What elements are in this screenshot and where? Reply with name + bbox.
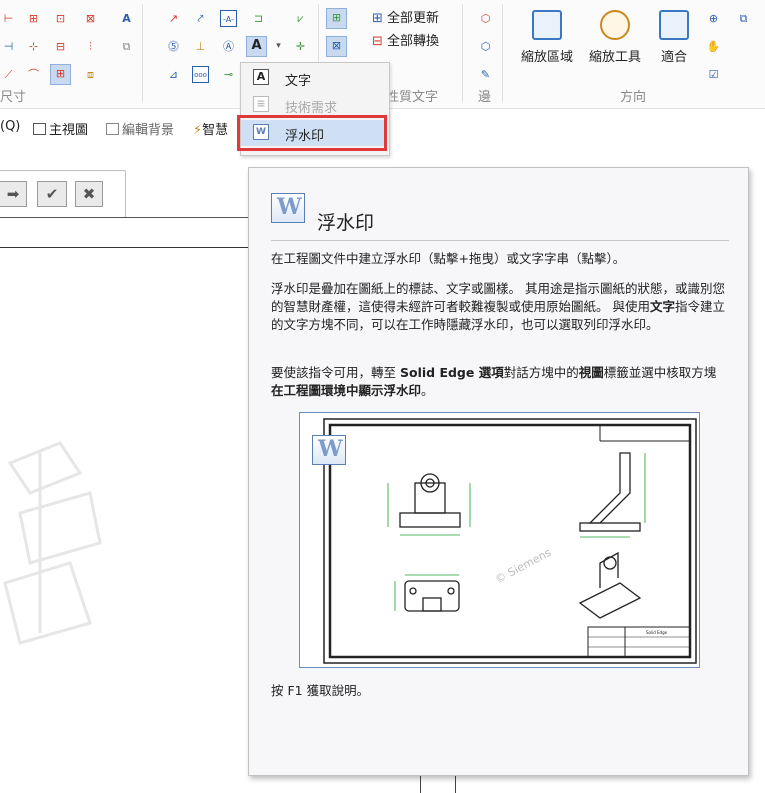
dimension-attach-icon[interactable]: ⧈ (82, 66, 99, 83)
dimension-linear-icon[interactable]: ⊢ (0, 10, 17, 27)
text-dropdown-menu: A 文字 ≡ 技術需求 W 浮水印 (237, 62, 390, 156)
menu-item-edit-background[interactable]: 編輯背景 (106, 119, 174, 138)
window-icon[interactable]: ⧉ (735, 10, 752, 27)
zoom-in-icon[interactable]: ⊕ (705, 10, 722, 27)
sheet-line (420, 775, 421, 793)
group-separator (462, 4, 463, 102)
tooltip-help-text: 按 F1 獲取說明。 (271, 683, 370, 698)
sheet-line (455, 775, 456, 793)
dropdown-item-text[interactable]: A 文字 (241, 65, 387, 91)
sheet-border-line (0, 247, 250, 248)
dimension-chamfer-icon[interactable]: ⊠ (82, 10, 99, 27)
cube-outline-icon[interactable]: ⬡ (477, 38, 494, 55)
edge-condition-icon[interactable]: ⊿ (165, 66, 182, 83)
menu-item-smart[interactable]: ⚡智慧 (193, 119, 228, 138)
dimension-between-icon[interactable]: ⊣ (0, 38, 17, 55)
balloon-icon[interactable]: ⓹ (165, 38, 182, 55)
datum-frame-icon[interactable]: Ⓐ (220, 38, 237, 55)
group-label-edge: 邊 (478, 90, 492, 105)
group-separator (142, 4, 143, 102)
chevron-down-icon[interactable]: ▾ (270, 38, 287, 55)
close-icon[interactable]: ✖ (75, 181, 103, 207)
sheet-watermark-graphic (3, 441, 102, 645)
main-view-icon (33, 123, 46, 135)
zoom-area-icon (532, 10, 562, 40)
zoom-tool-button[interactable]: 縮放工具 (584, 10, 646, 65)
watermark-W-icon: W (271, 193, 305, 223)
arrow-right-icon[interactable]: ➡ (0, 181, 27, 207)
dimension-angle-icon[interactable]: ⊞ (25, 10, 42, 27)
convert-all-button[interactable]: ⊟ 全部轉換 (372, 30, 439, 49)
technical-requirements-icon: ≡ (253, 96, 269, 112)
property-text-icon[interactable]: ⊞ (326, 8, 347, 29)
dimension-symmetric-icon[interactable]: ⊹ (25, 38, 42, 55)
drawing-sheet-illustration: © Siemens Solid Edge (323, 418, 697, 664)
group-separator (502, 4, 503, 102)
zoom-area-button[interactable]: 縮放區域 (516, 10, 578, 65)
update-icon: ⊞ (372, 11, 383, 26)
dimension-stacked-icon[interactable]: ⊟ (52, 38, 69, 55)
feature-control-frame-icon[interactable]: -A- (220, 10, 237, 27)
leader-icon[interactable]: ⤤ (192, 10, 209, 27)
dimension-arc-icon[interactable]: ⌒ (25, 66, 42, 83)
callout-icon[interactable]: ↗ (165, 10, 182, 27)
dimension-copy-icon[interactable]: ⧉ (118, 38, 135, 55)
cube-icon[interactable]: ⬡ (477, 10, 494, 27)
watermark-tooltip: W 浮水印 在工程圖文件中建立浮水印（點擊+拖曳）或文字字串（點擊）。 浮水印是… (248, 167, 749, 776)
surface-texture-icon[interactable]: ⊥ (192, 38, 209, 55)
tooltip-paragraph-1: 在工程圖文件中建立浮水印（點擊+拖曳）或文字字串（點擊）。 (271, 251, 626, 266)
watermark-example-figure: © Siemens Solid Edge W (299, 412, 700, 668)
tooltip-paragraph-2: 浮水印是疊加在圖紙上的標誌、文字或圖樣。 其用途是指示圖紙的狀態，或識別您的智慧… (271, 281, 726, 332)
edge-painter-icon[interactable]: ✎ (477, 66, 494, 83)
tooltip-paragraph-3: 要使該指令可用，轉至 Solid Edge 選項對話方塊中的視圖標籤並選中核取方… (271, 365, 717, 398)
group-label-direction: 方向 (620, 90, 647, 105)
dimension-style-icon[interactable]: A (118, 10, 135, 27)
connector-icon[interactable]: ⊐ (250, 10, 267, 27)
convert-icon: ⊟ (372, 34, 383, 49)
figure-title-block-text: Solid Edge (646, 630, 668, 635)
group-label-dimension: 尺寸 (0, 90, 27, 105)
dimension-chain-icon[interactable]: ⫶ (82, 38, 99, 55)
property-text-2-icon[interactable]: ⊠ (326, 36, 347, 57)
divider (271, 240, 729, 241)
dimension-radial-icon[interactable]: ⟋ (0, 66, 17, 83)
menu-item-q[interactable]: (Q) (0, 119, 20, 134)
center-mark-icon[interactable]: ✛ (292, 38, 309, 55)
fit-button[interactable]: 適合 (654, 10, 694, 65)
smart-icon: ⚡ (193, 123, 203, 138)
dimension-active-icon[interactable]: ⊞ (50, 64, 71, 85)
figure-watermark-text: © Siemens (493, 546, 554, 586)
group-label-property-text: 性質文字 (386, 90, 439, 105)
edit-background-icon (106, 123, 119, 135)
datum-target-icon[interactable]: ooo (192, 66, 209, 83)
update-all-button[interactable]: ⊞ 全部更新 (372, 7, 439, 26)
command-bar: ➡ ✔ ✖ (0, 170, 126, 218)
highlight-box (237, 115, 387, 151)
fit-icon (659, 10, 689, 40)
text-A-icon: A (253, 69, 269, 85)
text-A-icon[interactable]: A (246, 36, 267, 57)
pan-icon[interactable]: ✋ (705, 38, 722, 55)
check-icon[interactable]: ✔ (37, 181, 67, 207)
weld-icon[interactable]: ⩗ (292, 10, 309, 27)
menu-item-main-view[interactable]: 主視圖 (33, 119, 88, 138)
tooltip-title: 浮水印 (317, 212, 375, 234)
bolt-hole-icon[interactable]: ⊸ (220, 66, 237, 83)
zoom-tool-icon (600, 10, 630, 40)
previous-view-icon[interactable]: ☑ (705, 66, 722, 83)
dimension-coordinate-icon[interactable]: ⊡ (52, 10, 69, 27)
figure-watermark-W-icon: W (312, 435, 346, 465)
sheet-border-line (0, 217, 250, 218)
